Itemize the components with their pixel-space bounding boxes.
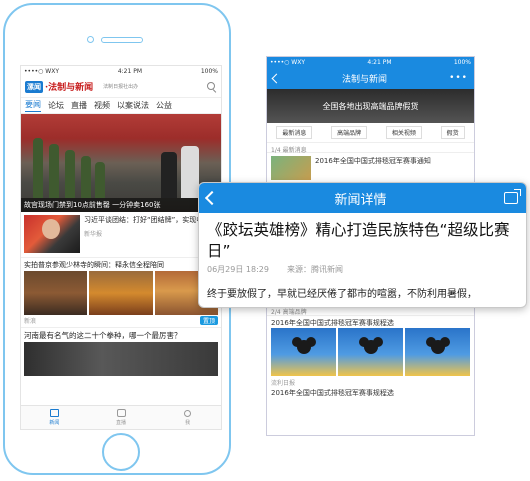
search-icon[interactable] xyxy=(207,81,217,92)
clock: 4:21 PM xyxy=(117,67,143,75)
home-button[interactable] xyxy=(102,433,140,471)
news-thumbnail xyxy=(271,156,311,180)
item-meta: 新浪 置顶 xyxy=(24,315,218,325)
channel-tabs: 要闻 论坛 直播 视频 以案说法 公益 xyxy=(21,98,221,114)
article-source: 来源：腾讯新闻 xyxy=(286,265,343,274)
more-icon[interactable]: ••• xyxy=(449,73,468,83)
list-item[interactable]: 河南最有名气的这二十个拳种，哪一个最厉害？ xyxy=(21,328,221,378)
tab-latest[interactable]: 最新消息 xyxy=(276,126,313,139)
section-header: 1/4 最新消息 xyxy=(267,143,474,154)
person-figure xyxy=(161,152,177,198)
news-source: 新浪 xyxy=(24,317,37,325)
tab-live[interactable]: 直播 xyxy=(71,100,87,111)
detail-header: 新闻详情 xyxy=(199,183,526,213)
battery: 100% xyxy=(200,67,218,75)
news-thumbnail xyxy=(24,271,88,315)
news-title: 实拍普京参观少林寺的瞬间：释永信全程陪同 xyxy=(24,261,164,269)
status-bar: ••••○ WXY 4:21 PM 100% xyxy=(21,66,221,76)
article-meta: 06月29日 18:29 来源：腾讯新闻 xyxy=(199,262,526,277)
camera-icon xyxy=(87,36,94,43)
nav-label: 我 xyxy=(185,419,191,426)
soldier-figure xyxy=(65,150,75,198)
nav-bar: 法制与新闻 ••• xyxy=(267,67,474,89)
soldier-figure xyxy=(95,162,105,198)
nav-me[interactable]: 我 xyxy=(154,406,221,429)
soldier-figure xyxy=(49,144,59,198)
banner[interactable]: 全国各地出现高端品牌假货 xyxy=(267,89,474,123)
list-item[interactable]: 习近平谈团结：打好“团结牌”，实现中国梦 新华报 xyxy=(21,212,221,258)
hero-caption: 故宫现场门禁到10点前售罄 一分钟卖160张 xyxy=(21,198,221,212)
soldier-figure xyxy=(33,138,43,198)
tab-videos[interactable]: 相关视频 xyxy=(385,126,422,139)
tab-video[interactable]: 视频 xyxy=(94,100,110,111)
app-logo: 漯闻 ·法制与新闻 xyxy=(25,80,93,93)
carrier: ••••○ WXY xyxy=(24,67,60,75)
nav-news[interactable]: 新闻 xyxy=(21,406,88,429)
status-badge: 置顶 xyxy=(199,315,218,325)
detail-header-title: 新闻详情 xyxy=(334,192,387,208)
category-tabs: 最新消息 高端品牌 相关视频 假货 xyxy=(267,123,474,143)
news-title: 2016年全国中国式排毯冠军赛事通知 xyxy=(315,157,431,165)
news-source: 流利日报 xyxy=(271,380,296,387)
user-icon xyxy=(184,409,192,417)
article-date: 06月29日 18:29 xyxy=(207,265,269,274)
share-icon[interactable] xyxy=(504,189,521,204)
mascot-image xyxy=(405,328,470,376)
phone-frame: ••••○ WXY 4:21 PM 100% 漯闻 ·法制与新闻 法制日报社出办… xyxy=(3,3,231,475)
soldier-figure xyxy=(81,156,91,198)
logo-badge: 漯闻 xyxy=(25,80,43,93)
person-figure xyxy=(181,146,199,198)
bottom-nav: 新闻 直播 我 xyxy=(21,405,221,429)
article-body: 终于要放假了，早就已经厌倦了都市的喧嚣，不防利用暑假， xyxy=(207,289,477,300)
tab-cases[interactable]: 以案说法 xyxy=(117,100,149,111)
nav-label: 直播 xyxy=(116,420,127,426)
clock: 4:21 PM xyxy=(367,58,392,66)
mascot-image xyxy=(338,328,403,376)
status-bar: ••••○ WXY 4:21 PM 100% xyxy=(267,57,474,67)
composite-stage: ••••○ WXY 4:21 PM 100% 法制与新闻 ••• 全国各地出现高… xyxy=(0,0,530,481)
nav-live[interactable]: 直播 xyxy=(88,406,155,429)
hero-image[interactable]: 故宫现场门禁到10点前售罄 一分钟卖160张 xyxy=(21,114,221,212)
image-row xyxy=(24,271,218,315)
news-thumbnail xyxy=(24,215,80,253)
app-header: 漯闻 ·法制与新闻 法制日报社出办 xyxy=(21,76,221,98)
home-screen: ••••○ WXY 4:21 PM 100% 漯闻 ·法制与新闻 法制日报社出办… xyxy=(20,65,222,430)
image-row[interactable] xyxy=(267,328,474,376)
earpiece xyxy=(101,37,143,43)
news-thumbnail xyxy=(89,271,153,315)
news-detail-card: 新闻详情 《跤坛英雄榜》精心打造民族特色“超级比赛日” 06月29日 18:29… xyxy=(198,182,527,308)
tab-headlines[interactable]: 要闻 xyxy=(25,99,41,112)
news-icon xyxy=(49,409,59,417)
article-title: 《跤坛英雄榜》精心打造民族特色“超级比赛日” xyxy=(207,221,510,260)
tv-icon xyxy=(116,409,126,417)
list-item[interactable]: 2016年全国中国式排毯冠军赛事通知 xyxy=(267,153,474,183)
mascot-image xyxy=(271,328,336,376)
news-title[interactable]: 2016年全国中国式排毯冠军赛事规程选 xyxy=(267,316,474,328)
nav-title: 法制与新闻 xyxy=(342,74,388,85)
tab-fakes[interactable]: 假货 xyxy=(440,126,465,139)
logo-name: ·法制与新闻 xyxy=(45,83,94,93)
nav-label: 新闻 xyxy=(49,420,60,426)
news-title: 河南最有名气的这二十个拳种，哪一个最厉害？ xyxy=(24,331,182,340)
battery: 100% xyxy=(453,58,471,66)
tab-forum[interactable]: 论坛 xyxy=(48,100,64,111)
tab-charity[interactable]: 公益 xyxy=(156,100,172,111)
slogan: 法制日报社出办 xyxy=(103,84,139,90)
list-item[interactable]: 实拍普京参观少林寺的瞬间：释永信全程陪同 新浪 置顶 xyxy=(21,258,221,328)
carrier: ••••○ WXY xyxy=(270,58,306,66)
tab-luxury[interactable]: 高端品牌 xyxy=(331,126,368,139)
news-title[interactable]: 2016年全国中国式排毯冠军赛事规程选 xyxy=(267,386,474,398)
news-thumbnail xyxy=(24,342,218,376)
